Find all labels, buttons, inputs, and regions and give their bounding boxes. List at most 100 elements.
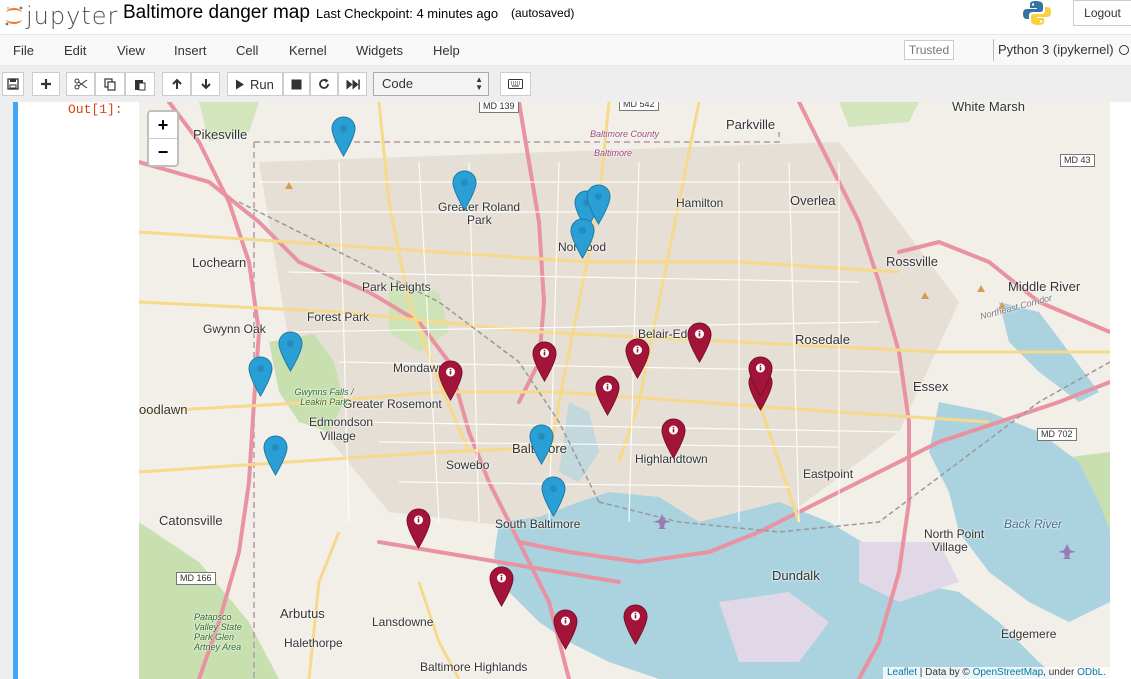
autosave-status: (autosaved) (511, 6, 575, 20)
place-label: Rosedale (795, 332, 850, 347)
logout-button[interactable]: Logout (1073, 0, 1131, 26)
red-map-marker[interactable] (687, 322, 712, 363)
menu-insert[interactable]: Insert (174, 43, 207, 58)
red-map-marker[interactable] (623, 604, 648, 645)
paste-button[interactable] (125, 72, 155, 96)
menu-file[interactable]: File (13, 43, 34, 58)
road-shield: MD 43 (1060, 154, 1095, 167)
odbl-link[interactable]: ODbL. (1077, 667, 1106, 678)
road-shield: MD 542 (619, 102, 659, 111)
road-shield: MD 166 (176, 572, 216, 585)
place-label: Middle River (1008, 279, 1081, 294)
place-label: Park Heights (362, 280, 431, 294)
attribution-under: , under (1043, 667, 1078, 678)
place-label: Hamilton (676, 196, 724, 210)
red-map-marker[interactable] (625, 338, 650, 379)
red-map-marker[interactable] (553, 609, 578, 650)
red-map-marker[interactable] (595, 375, 620, 416)
blue-map-marker[interactable] (570, 218, 595, 259)
restart-run-all-button[interactable] (338, 72, 367, 96)
blue-map-marker[interactable] (541, 476, 566, 517)
place-label: Lansdowne (372, 615, 434, 629)
select-arrows-icon: ▲ ▼ (475, 75, 483, 92)
cell-type-select[interactable]: Code ▲ ▼ (373, 72, 489, 96)
cut-button[interactable] (66, 72, 95, 96)
menu-cell[interactable]: Cell (236, 43, 258, 58)
command-palette-button[interactable] (500, 72, 531, 96)
zoom-out-button[interactable]: − (149, 138, 177, 165)
save-icon (7, 78, 19, 90)
blue-map-marker[interactable] (331, 116, 356, 157)
place-label: Rossville (886, 254, 939, 269)
place-label: South Baltimore (495, 517, 581, 531)
place-label: Greater Rosemont (343, 397, 442, 411)
blue-map-marker[interactable] (278, 331, 303, 372)
menu-help[interactable]: Help (433, 43, 460, 58)
keyboard-icon (508, 79, 523, 89)
run-button[interactable]: Run (227, 72, 283, 96)
copy-button[interactable] (95, 72, 125, 96)
menu-widgets[interactable]: Widgets (356, 43, 403, 58)
cut-icon (74, 78, 87, 90)
menu-edit[interactable]: Edit (64, 43, 86, 58)
blue-map-marker[interactable] (248, 356, 273, 397)
trusted-indicator[interactable]: Trusted (904, 40, 954, 60)
place-label: Dundalk (772, 568, 820, 583)
toolbar: Run Code ▲ ▼ (0, 66, 1131, 102)
leaflet-map[interactable]: + − MD 139 MD 542 MD 43 MD 702 MD 166 Pi… (139, 102, 1110, 679)
park-label: Patapsco Valley State Park Glen Artney A… (194, 612, 242, 652)
cell-selection-bar (13, 102, 18, 679)
menu-kernel[interactable]: Kernel (289, 43, 327, 58)
red-map-marker[interactable] (661, 418, 686, 459)
zoom-control: + − (147, 110, 179, 167)
place-label: Eastpoint (803, 467, 854, 481)
blue-map-marker[interactable] (529, 424, 554, 465)
checkpoint-status: Last Checkpoint: 4 minutes ago (316, 6, 499, 21)
plus-icon (41, 79, 51, 89)
arrow-down-icon (200, 79, 211, 90)
place-label: Village (932, 540, 968, 554)
zoom-in-button[interactable]: + (149, 112, 177, 138)
place-label: Arbutus (280, 606, 325, 621)
copy-icon (104, 77, 116, 91)
place-label: Baltimore (594, 148, 633, 158)
red-map-marker[interactable] (532, 341, 557, 382)
code-cell[interactable]: Out[1]: + − MD 139 MD 542 MD 43 MD 702 M… (13, 102, 1131, 679)
notebook-title[interactable]: Baltimore danger map (123, 2, 310, 24)
map-attribution: Leaflet | Data by © OpenStreetMap, under… (882, 667, 1110, 679)
insert-cell-button[interactable] (32, 72, 60, 96)
red-map-marker[interactable] (406, 508, 431, 549)
menu-view[interactable]: View (117, 43, 145, 58)
road-shield: MD 139 (479, 102, 519, 113)
place-label: Parkville (726, 117, 776, 132)
restart-button[interactable] (310, 72, 338, 96)
red-map-marker[interactable] (489, 566, 514, 607)
save-button[interactable] (2, 72, 24, 96)
move-up-button[interactable] (162, 72, 191, 96)
jupyter-logo[interactable]: jupyter (4, 2, 118, 30)
place-label: White Marsh (952, 102, 1025, 114)
red-map-marker[interactable] (748, 356, 773, 397)
blue-map-marker[interactable] (263, 435, 288, 476)
place-label: Forest Park (307, 310, 370, 324)
interrupt-button[interactable] (283, 72, 310, 96)
osm-link[interactable]: OpenStreetMap (973, 667, 1044, 678)
place-label: Catonsville (159, 513, 223, 528)
attribution-separator: | Data by © (917, 667, 973, 678)
place-label: Village (320, 429, 356, 443)
red-map-marker[interactable] (438, 360, 463, 401)
place-label: Overlea (790, 193, 836, 208)
kernel-name[interactable]: Python 3 (ipykernel) (993, 39, 1114, 61)
paste-icon (135, 79, 146, 90)
place-label: Park (467, 213, 492, 227)
place-label: Pikesville (193, 127, 248, 142)
blue-map-marker[interactable] (452, 170, 477, 211)
menubar: File Edit View Insert Cell Kernel Widget… (0, 34, 1131, 66)
logo-text: jupyter (26, 2, 119, 30)
leaflet-link[interactable]: Leaflet (887, 667, 917, 678)
place-label: Woodlawn (139, 402, 188, 417)
run-label: Run (250, 76, 274, 92)
move-down-button[interactable] (191, 72, 220, 96)
place-label: Edgemere (1001, 627, 1057, 641)
restart-icon (319, 78, 329, 89)
